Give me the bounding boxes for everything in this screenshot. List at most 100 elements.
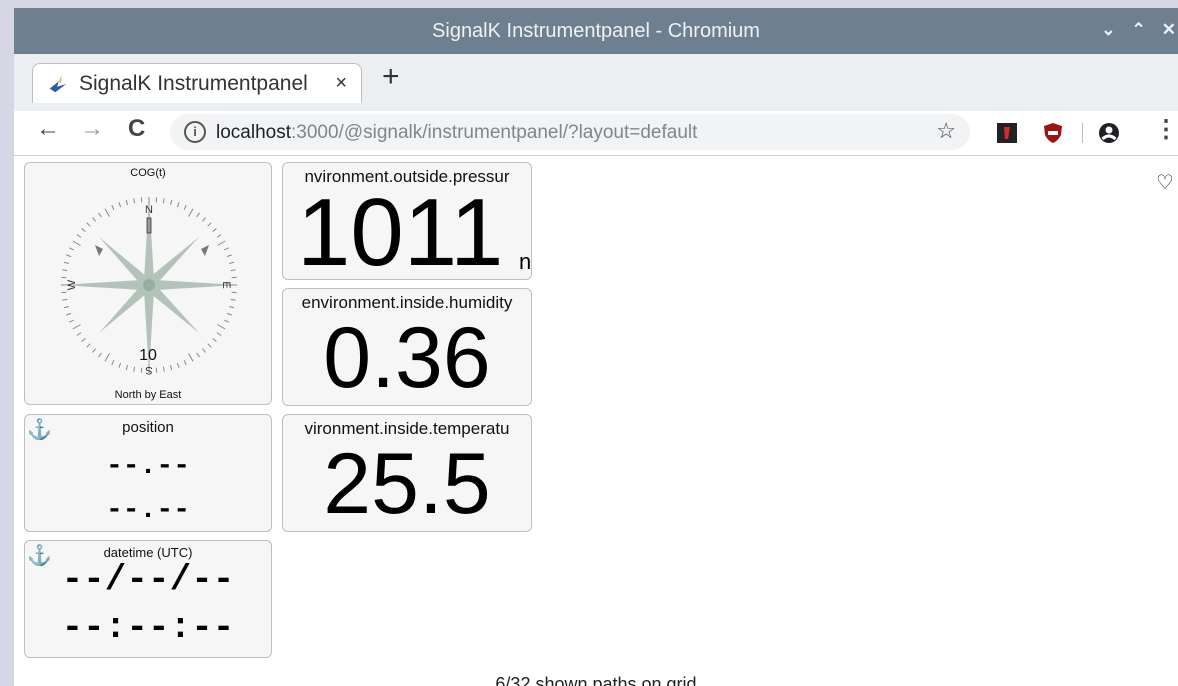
compass-tick bbox=[229, 261, 235, 265]
humidity-widget[interactable]: environment.inside.humidity 0.36 bbox=[282, 288, 532, 406]
compass-tick bbox=[226, 254, 232, 258]
position-label: position bbox=[122, 419, 174, 436]
compass-tick bbox=[118, 202, 122, 208]
compass-tick bbox=[226, 312, 232, 316]
url-host: localhost bbox=[216, 122, 291, 143]
compass-tick bbox=[72, 324, 81, 330]
account-avatar-icon[interactable] bbox=[1098, 122, 1120, 144]
compass-e-label: E bbox=[220, 281, 232, 288]
compass-tick bbox=[125, 199, 129, 205]
compass-tick bbox=[176, 202, 180, 208]
close-window-button[interactable]: ✕ bbox=[1162, 20, 1176, 40]
compass-tick bbox=[63, 305, 69, 309]
compass-tick bbox=[224, 247, 229, 251]
forward-button[interactable]: → bbox=[80, 115, 104, 143]
compass-tick bbox=[217, 324, 226, 330]
humidity-value: 0.36 bbox=[323, 310, 491, 406]
position-widget[interactable]: ⚓ position --.-- --.-- bbox=[24, 414, 272, 532]
compass-tick bbox=[133, 198, 136, 204]
pressure-widget[interactable]: nvironment.outside.pressur 1011 n bbox=[282, 162, 532, 280]
compass-tick bbox=[76, 332, 82, 336]
compass-tick bbox=[224, 319, 229, 323]
compass-heading-name: North by East bbox=[114, 389, 182, 401]
position-latitude: --.-- bbox=[105, 451, 190, 482]
pressure-value: 1011 bbox=[297, 179, 504, 280]
site-info-icon[interactable]: i bbox=[184, 121, 206, 143]
datetime-widget[interactable]: ⚓ datetime (UTC) --/--/-- --:--:-- bbox=[24, 540, 272, 658]
footer-status: 6/32 shown paths on grid bbox=[495, 674, 697, 686]
compass-tick bbox=[230, 298, 236, 301]
compass-tick bbox=[63, 261, 69, 265]
compass-tick bbox=[111, 205, 115, 210]
compass-tick bbox=[229, 305, 235, 309]
datetime-date: --/--/-- bbox=[61, 559, 235, 600]
reload-button[interactable]: C bbox=[128, 115, 145, 143]
compass-tick bbox=[125, 365, 129, 371]
browser-window: SignalK Instrumentpanel - Chromium ⌄ ⌃ ✕… bbox=[14, 8, 1178, 686]
compass-tick bbox=[196, 212, 200, 218]
compass-tick bbox=[62, 298, 68, 301]
back-button[interactable]: ← bbox=[36, 115, 60, 143]
compass-tick bbox=[216, 234, 222, 238]
compass-tick bbox=[162, 198, 165, 204]
compass-tick bbox=[169, 365, 173, 371]
title-bar: SignalK Instrumentpanel - Chromium ⌄ ⌃ ✕ bbox=[14, 8, 1178, 54]
minimize-button[interactable]: ⌄ bbox=[1101, 20, 1115, 40]
window-title: SignalK Instrumentpanel - Chromium bbox=[432, 20, 760, 42]
compass-tick bbox=[66, 312, 72, 316]
compass-tick bbox=[212, 228, 217, 233]
compass-tick bbox=[207, 222, 212, 227]
compass-tick bbox=[69, 247, 74, 251]
instrument-panel: COG(t) N E S W 10 North by East nvironme… bbox=[14, 156, 1178, 686]
compass-tick bbox=[169, 199, 173, 205]
new-tab-button[interactable]: + bbox=[382, 60, 400, 94]
datetime-label: datetime (UTC) bbox=[103, 545, 193, 560]
compass-tick bbox=[188, 208, 194, 217]
compass-s-label: S bbox=[145, 364, 152, 376]
compass-tick bbox=[69, 319, 74, 323]
compass-tick bbox=[86, 222, 91, 227]
compass-tick bbox=[133, 366, 136, 372]
compass-tick bbox=[104, 208, 110, 217]
datetime-time: --:--:-- bbox=[61, 607, 235, 648]
temperature-widget[interactable]: vironment.inside.temperatu 25.5 bbox=[282, 414, 532, 532]
compass-tick bbox=[183, 205, 187, 210]
address-bar[interactable]: i localhost:3000/@signalk/instrumentpane… bbox=[170, 114, 970, 150]
compass-value: 10 bbox=[139, 347, 157, 364]
compass-tick bbox=[98, 212, 102, 218]
tab-signalk[interactable]: SignalK Instrumentpanel × bbox=[32, 63, 362, 103]
url-text[interactable]: localhost:3000/@signalk/instrumentpanel/… bbox=[216, 122, 697, 144]
tab-strip: SignalK Instrumentpanel × + bbox=[14, 54, 1178, 111]
compass-widget[interactable]: COG(t) N E S W 10 North by East bbox=[24, 162, 272, 405]
compass-n-label: N bbox=[145, 204, 153, 216]
heart-icon[interactable]: ♡ bbox=[1156, 170, 1174, 195]
temperature-value: 25.5 bbox=[323, 436, 491, 532]
browser-menu-icon[interactable]: ⋮ bbox=[1154, 115, 1178, 144]
tab-title: SignalK Instrumentpanel bbox=[79, 71, 308, 95]
compass-tick bbox=[92, 217, 97, 222]
pressure-unit: n bbox=[519, 249, 532, 274]
compass-tick bbox=[66, 254, 72, 258]
ublock-shield-icon[interactable] bbox=[1042, 122, 1064, 144]
bookmark-star-icon[interactable]: ☆ bbox=[936, 118, 956, 144]
compass-label: COG(t) bbox=[130, 167, 166, 179]
compass-tick bbox=[212, 337, 217, 342]
compass-tick bbox=[230, 269, 236, 272]
compass-tick bbox=[76, 234, 82, 238]
compass-tick bbox=[81, 228, 86, 233]
browser-toolbar: ← → C i localhost:3000/@signalk/instrume… bbox=[14, 111, 1178, 156]
extension-red-square-icon[interactable] bbox=[996, 122, 1018, 144]
close-tab-icon[interactable]: × bbox=[335, 72, 347, 95]
toolbar-separator bbox=[1082, 123, 1083, 143]
compass-tick bbox=[72, 240, 81, 246]
maximize-button[interactable]: ⌃ bbox=[1132, 20, 1146, 40]
compass-w-label: W bbox=[66, 279, 78, 290]
compass-tick bbox=[216, 332, 222, 336]
signalk-logo-icon bbox=[49, 75, 67, 92]
position-longitude: --.-- bbox=[105, 495, 190, 526]
compass-tick bbox=[201, 217, 206, 222]
url-path: :3000/@signalk/instrumentpanel/?layout=d… bbox=[291, 122, 698, 143]
compass-tick bbox=[217, 240, 226, 246]
compass-tick bbox=[81, 337, 86, 342]
compass-tick bbox=[162, 366, 165, 372]
